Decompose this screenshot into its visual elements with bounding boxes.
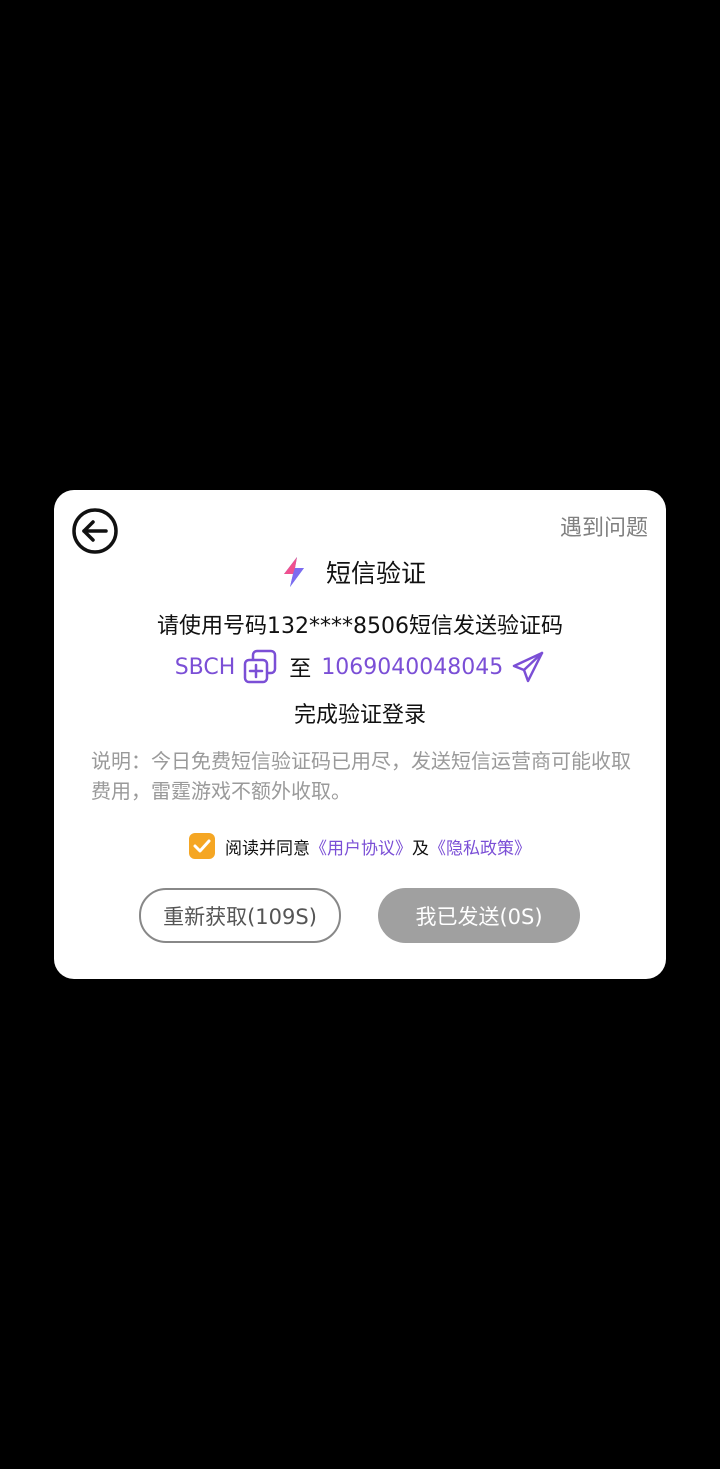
back-arrow-circle-icon bbox=[72, 508, 118, 554]
help-link[interactable]: 遇到问题 bbox=[560, 510, 648, 542]
sms-verification-dialog: 遇到问题 短信验证 请使用号码132****8506短信发送验证码 SBCH 至… bbox=[54, 490, 666, 979]
back-button[interactable] bbox=[71, 507, 119, 555]
agreement-row: 阅读并同意 《用户协议》 及 《隐私政策》 bbox=[54, 831, 666, 861]
instruction-line-1: 请使用号码132****8506短信发送验证码 bbox=[157, 614, 563, 639]
sent-button[interactable]: 我已发送(0S) bbox=[378, 888, 580, 943]
copy-icon[interactable] bbox=[243, 649, 277, 685]
instruction-line-3: 完成验证登录 bbox=[293, 703, 426, 728]
agreement-prefix: 阅读并同意 bbox=[225, 838, 310, 859]
sms-number-text: 1069040048045 bbox=[321, 654, 504, 680]
paper-plane-icon[interactable] bbox=[511, 650, 545, 684]
lightning-bolt-icon bbox=[283, 557, 304, 587]
privacy-policy-link[interactable]: 《隐私政策》 bbox=[429, 834, 531, 859]
sms-content-text: SBCH bbox=[174, 654, 236, 680]
agreement-and: 及 bbox=[412, 838, 429, 859]
screen: 遇到问题 短信验证 请使用号码132****8506短信发送验证码 SBCH 至… bbox=[0, 0, 720, 1469]
title-row: 短信验证 bbox=[54, 552, 666, 592]
resend-button[interactable]: 重新获取(109S) bbox=[139, 888, 341, 943]
agreement-checkbox[interactable] bbox=[189, 833, 215, 859]
dialog-title: 短信验证 bbox=[325, 559, 426, 588]
user-agreement-link[interactable]: 《用户协议》 bbox=[310, 834, 412, 859]
fee-note: 说明：今日免费短信验证码已用尽，发送短信运营商可能收取费用，雷霆游戏不额外收取。 bbox=[91, 749, 631, 803]
sms-target-row: SBCH 至 1069040048045 bbox=[54, 647, 666, 687]
to-label: 至 bbox=[289, 657, 312, 682]
